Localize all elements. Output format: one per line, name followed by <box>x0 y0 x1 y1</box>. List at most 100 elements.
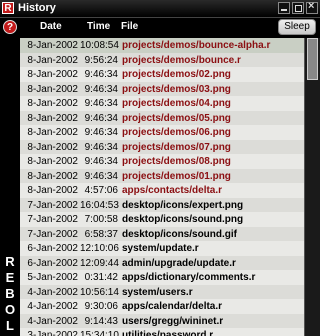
time-cell: 9:46:34 <box>84 156 118 167</box>
close-icon[interactable] <box>306 0 318 14</box>
table-row[interactable]: 8-Jan-2002 9:56:24 projects/demos/bounce.r <box>20 52 304 67</box>
date-cell: 8-Jan-2002 <box>27 141 78 153</box>
rebol-logo-letter: O <box>4 302 16 317</box>
date-cell: 6-Jan-2002 <box>27 243 78 254</box>
scrollbar-thumb[interactable] <box>307 38 318 80</box>
table-row[interactable]: 7-Jan-2002 16:04:53 desktop/icons/expert.p… <box>20 197 304 212</box>
scrollbar[interactable] <box>304 38 320 336</box>
file-link[interactable]: system/update.r <box>122 242 199 255</box>
rebol-logo-letter: R <box>5 254 15 269</box>
history-list[interactable]: 8-Jan-2002 10:08:54 projects/demos/bounce-… <box>20 38 304 336</box>
file-link[interactable]: users/gregg/wininet.r <box>122 315 223 328</box>
date-cell: 4-Jan-2002 <box>27 301 78 312</box>
time-cell: 12:10:06 <box>80 243 119 254</box>
table-row[interactable]: 5-Jan-2002 0:31:42 apps/dictionary/comment… <box>20 270 304 285</box>
help-button[interactable]: ? <box>3 20 17 34</box>
date-cell: 7-Jan-2002 <box>27 214 78 225</box>
date-cell: 8-Jan-2002 <box>27 69 78 80</box>
time-cell: 15:34:10 <box>80 330 119 336</box>
table-row[interactable]: 3-Jan-2002 15:34:10 utilities/password.r <box>20 328 304 336</box>
file-link[interactable]: projects/demos/08.png <box>122 155 231 168</box>
file-link[interactable]: projects/demos/04.png <box>122 97 231 110</box>
file-link[interactable]: projects/demos/05.png <box>122 112 231 125</box>
file-link[interactable]: system/users.r <box>122 286 193 299</box>
date-cell: 8-Jan-2002 <box>27 83 78 95</box>
maximize-icon[interactable] <box>292 2 304 14</box>
date-cell: 8-Jan-2002 <box>27 185 78 196</box>
table-row[interactable]: 4-Jan-2002 9:14:43 users/gregg/wininet.r <box>20 313 304 328</box>
table-row[interactable]: 4-Jan-2002 10:56:14 system/users.r <box>20 284 304 299</box>
rebol-app-icon[interactable]: R <box>2 2 14 14</box>
sleep-button[interactable]: Sleep <box>278 19 316 35</box>
date-cell: 5-Jan-2002 <box>27 272 78 283</box>
rebol-logo-letter: B <box>5 286 15 301</box>
time-cell: 9:46:34 <box>84 141 118 153</box>
date-cell: 8-Jan-2002 <box>27 156 78 167</box>
table-row[interactable]: 8-Jan-2002 9:46:34 projects/demos/01.png <box>20 168 304 183</box>
time-cell: 10:56:14 <box>80 286 119 298</box>
time-cell: 9:46:34 <box>84 127 118 138</box>
table-row[interactable]: 8-Jan-2002 10:08:54 projects/demos/bounce-… <box>20 38 304 53</box>
title-bar[interactable]: R History <box>0 0 320 18</box>
time-cell: 9:14:43 <box>84 315 118 327</box>
time-cell: 9:46:34 <box>84 112 118 124</box>
file-link[interactable]: utilities/password.r <box>122 329 213 336</box>
table-row[interactable]: 6-Jan-2002 12:10:06 system/update.r <box>20 241 304 256</box>
file-link[interactable]: projects/demos/06.png <box>122 126 231 139</box>
file-link[interactable]: apps/dictionary/comments.r <box>122 271 255 284</box>
time-cell: 9:46:34 <box>84 170 118 182</box>
table-row[interactable]: 7-Jan-2002 7:00:58 desktop/icons/sound.png <box>20 212 304 227</box>
file-link[interactable]: desktop/icons/sound.png <box>122 213 243 226</box>
date-cell: 3-Jan-2002 <box>27 330 78 336</box>
time-cell: 10:08:54 <box>80 40 119 51</box>
file-link[interactable]: admin/upgrade/update.r <box>122 257 236 270</box>
time-cell: 9:46:34 <box>84 98 118 109</box>
table-row[interactable]: 4-Jan-2002 9:30:06 apps/calendar/delta.r <box>20 299 304 314</box>
date-cell: 6-Jan-2002 <box>27 257 78 269</box>
date-cell: 4-Jan-2002 <box>27 315 78 327</box>
file-column-header[interactable]: File <box>121 21 138 32</box>
date-cell: 8-Jan-2002 <box>27 170 78 182</box>
date-cell: 8-Jan-2002 <box>27 112 78 124</box>
date-cell: 7-Jan-2002 <box>27 199 78 211</box>
table-row[interactable]: 8-Jan-2002 9:46:34 projects/demos/03.png <box>20 81 304 96</box>
date-cell: 8-Jan-2002 <box>27 127 78 138</box>
date-cell: 8-Jan-2002 <box>27 40 78 51</box>
table-row[interactable]: 8-Jan-2002 9:46:34 projects/demos/04.png <box>20 96 304 111</box>
time-cell: 9:46:34 <box>84 69 118 80</box>
file-link[interactable]: projects/demos/02.png <box>122 68 231 81</box>
time-cell: 12:09:44 <box>80 257 119 269</box>
file-link[interactable]: desktop/icons/expert.png <box>122 199 243 212</box>
column-header: Date Time File Sleep <box>20 18 320 38</box>
table-row[interactable]: 8-Jan-2002 9:46:34 projects/demos/08.png <box>20 154 304 169</box>
table-row[interactable]: 8-Jan-2002 9:46:34 projects/demos/06.png <box>20 125 304 140</box>
table-row[interactable]: 8-Jan-2002 9:46:34 projects/demos/07.png <box>20 139 304 154</box>
time-cell: 16:04:53 <box>80 199 119 211</box>
file-link[interactable]: apps/contacts/delta.r <box>122 184 222 197</box>
minimize-icon[interactable] <box>278 2 290 14</box>
time-cell: 9:56:24 <box>84 54 118 66</box>
date-cell: 4-Jan-2002 <box>27 286 78 298</box>
window-title: History <box>18 2 56 14</box>
sidebar: ? R E B O L <box>0 18 20 336</box>
time-cell: 9:46:34 <box>84 83 118 95</box>
history-window: R History ? R E B O L Date Time File Sle… <box>0 0 320 336</box>
file-link[interactable]: desktop/icons/sound.gif <box>122 228 237 241</box>
rebol-logo-letter: L <box>6 318 14 333</box>
time-column-header[interactable]: Time <box>87 21 110 32</box>
date-cell: 8-Jan-2002 <box>27 98 78 109</box>
date-column-header[interactable]: Date <box>40 21 62 32</box>
file-link[interactable]: projects/demos/bounce-alpha.r <box>122 39 270 52</box>
file-link[interactable]: projects/demos/01.png <box>122 170 231 183</box>
time-cell: 9:30:06 <box>84 301 118 312</box>
file-link[interactable]: projects/demos/bounce.r <box>122 54 241 67</box>
rebol-logo-letter: E <box>5 270 15 285</box>
table-row[interactable]: 8-Jan-2002 9:46:34 projects/demos/02.png <box>20 67 304 82</box>
table-row[interactable]: 6-Jan-2002 12:09:44 admin/upgrade/update.r <box>20 255 304 270</box>
table-row[interactable]: 7-Jan-2002 6:58:37 desktop/icons/sound.gif <box>20 226 304 241</box>
file-link[interactable]: projects/demos/07.png <box>122 141 231 154</box>
file-link[interactable]: projects/demos/03.png <box>122 83 231 96</box>
table-row[interactable]: 8-Jan-2002 9:46:34 projects/demos/05.png <box>20 110 304 125</box>
file-link[interactable]: apps/calendar/delta.r <box>122 300 222 313</box>
table-row[interactable]: 8-Jan-2002 4:57:06 apps/contacts/delta.r <box>20 183 304 198</box>
